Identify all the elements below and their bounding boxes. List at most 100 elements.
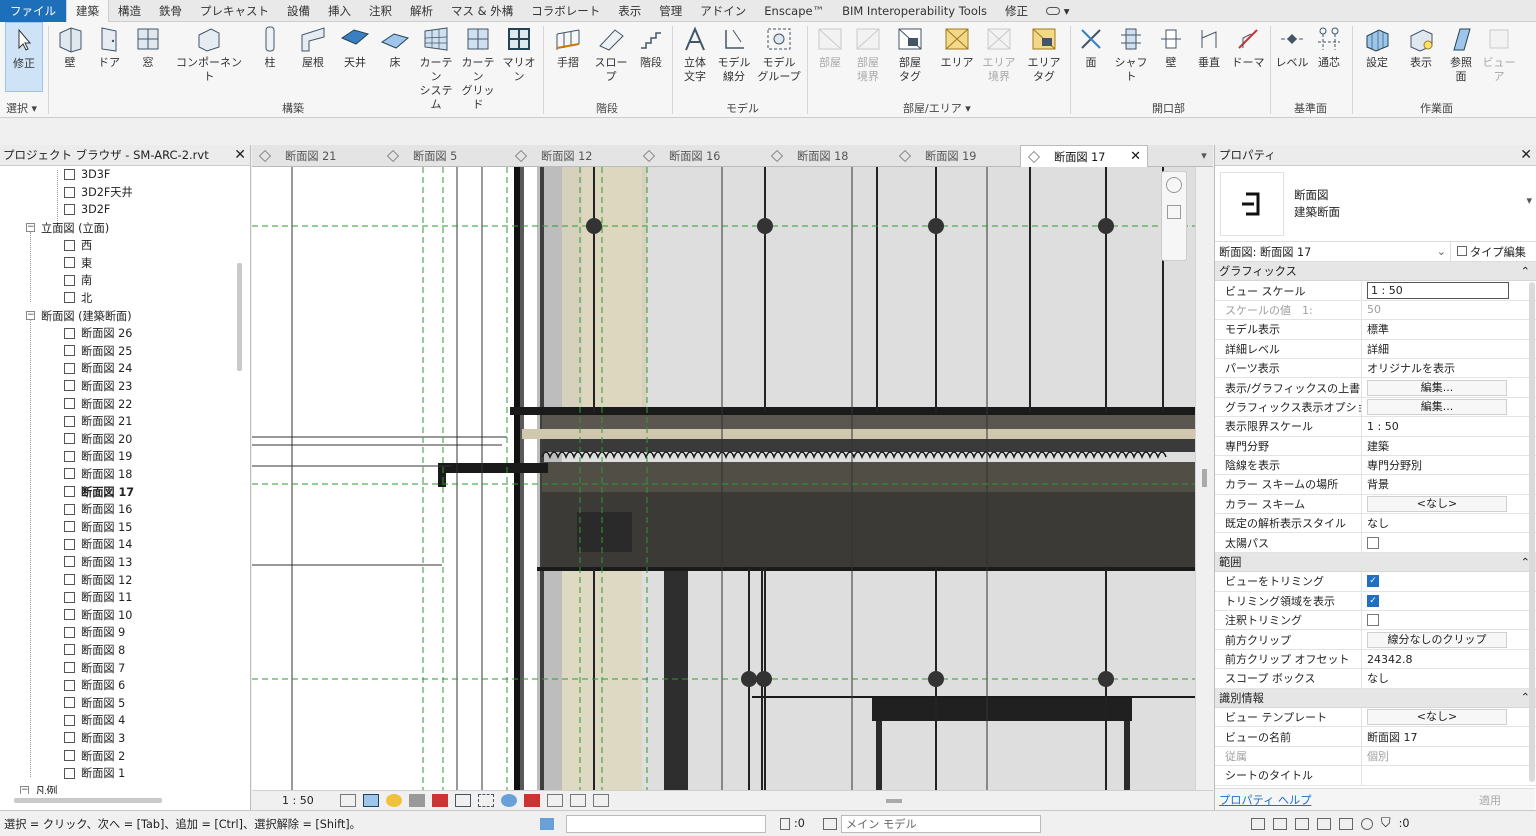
tree-item[interactable]: 断面図 13 — [64, 553, 132, 571]
tree-item[interactable]: 断面図 3 — [64, 729, 125, 747]
view-tab[interactable]: 断面図 21 — [252, 145, 380, 167]
property-value[interactable]: 24342.8 — [1362, 650, 1536, 668]
curtain-system-button[interactable]: カーテン システム — [416, 22, 456, 112]
highlight-icon[interactable] — [570, 794, 586, 807]
vertical-opening-button[interactable]: 垂直 — [1192, 22, 1226, 70]
wall-button[interactable]: 壁 — [52, 22, 88, 70]
shaft-button[interactable]: シャフト — [1110, 22, 1152, 84]
steering-wheel-icon[interactable] — [1166, 177, 1182, 193]
zoom-icon[interactable] — [1167, 205, 1181, 219]
design-option-dropdown[interactable]: メイン モデル — [840, 814, 1041, 833]
ribbon-tab[interactable]: 設備 — [278, 0, 319, 22]
render-icon[interactable] — [432, 794, 448, 807]
tree-item[interactable]: 断面図 12 — [64, 571, 132, 589]
property-group-header[interactable]: 範囲 ⌃ — [1215, 552, 1536, 573]
component-button[interactable]: コンポーネント — [172, 22, 246, 84]
property-value[interactable]: <なし> — [1362, 708, 1536, 726]
view-tab[interactable]: 断面図 19 — [892, 145, 1020, 167]
ribbon-tab[interactable]: 表示 — [609, 0, 650, 22]
detail-level-icon[interactable] — [340, 794, 356, 807]
stair-button[interactable]: 階段 — [634, 22, 668, 70]
select-by-face-icon[interactable] — [1316, 817, 1331, 830]
property-value[interactable]: 1 : 50 — [1362, 417, 1536, 435]
tree-item[interactable]: 断面図 4 — [64, 712, 125, 730]
ribbon-tab[interactable]: ファイル — [0, 0, 66, 22]
property-edit-button[interactable]: 線分なしのクリップ — [1367, 631, 1507, 648]
property-value[interactable]: オリジナルを表示 — [1362, 359, 1536, 377]
tree-item[interactable]: 断面図 6 — [64, 676, 125, 694]
property-value[interactable]: 1 : 50 — [1362, 281, 1536, 300]
tree-item[interactable]: 断面図 1 — [64, 764, 125, 782]
ribbon-tab[interactable]: コラボレート — [522, 0, 609, 22]
ribbon-tab[interactable]: 管理 — [650, 0, 691, 22]
tree-item[interactable]: 西 — [64, 236, 92, 254]
grid-button[interactable]: 通芯 — [1312, 22, 1346, 70]
property-value[interactable]: なし — [1362, 669, 1536, 687]
railing-button[interactable]: 手摺 — [549, 22, 587, 70]
tree-item[interactable]: 断面図 14 — [64, 536, 132, 554]
property-value[interactable]: 断面図 17 — [1362, 727, 1536, 745]
view-tab[interactable]: 断面図 5 — [380, 145, 508, 167]
chevron-down-icon[interactable]: ▾ — [1526, 194, 1532, 207]
navigation-bar[interactable] — [1161, 171, 1187, 261]
tree-item[interactable]: 北 — [64, 289, 92, 307]
canvas-horizontal-scrollbar[interactable] — [886, 798, 902, 803]
roof-button[interactable]: 屋根 — [295, 22, 331, 70]
property-value[interactable]: 建築 — [1362, 437, 1536, 455]
property-value[interactable]: 詳細 — [1362, 340, 1536, 358]
tree-item[interactable]: 東 — [64, 254, 92, 272]
view-tab[interactable]: 断面図 12 — [508, 145, 636, 167]
tree-group[interactable]: − 立面図 (立面) — [26, 219, 109, 237]
sun-path-icon[interactable] — [386, 794, 402, 807]
collapse-icon[interactable]: − — [20, 786, 29, 794]
select-links-icon[interactable] — [1250, 817, 1265, 830]
tree-item[interactable]: 断面図 23 — [64, 377, 132, 395]
checkbox-unchecked[interactable] — [1367, 536, 1379, 549]
column-button[interactable]: 柱 — [255, 22, 285, 70]
property-value[interactable]: 専門分野別 — [1362, 456, 1536, 474]
tree-item[interactable]: 断面図 19 — [64, 448, 132, 466]
tree-item[interactable]: 3D2F — [64, 201, 110, 219]
set-workplane-button[interactable]: 設定 — [1358, 22, 1396, 70]
curtain-grid-button[interactable]: カーテン グリッド — [458, 22, 498, 112]
tree-item[interactable]: 断面図 11 — [64, 588, 132, 606]
ribbon-tab[interactable]: 構造 — [109, 0, 150, 22]
tree-group[interactable]: − 断面図 (建築断面) — [26, 307, 132, 325]
tree-item[interactable]: 断面図 20 — [64, 430, 132, 448]
ribbon-tab[interactable]: アドイン — [691, 0, 755, 22]
door-button[interactable]: ドア — [91, 22, 127, 70]
edit-type-button[interactable]: タイプ編集 — [1451, 244, 1526, 260]
property-value[interactable]: <なし> — [1362, 495, 1536, 513]
room-tag-button[interactable]: 部屋 タグ — [891, 22, 929, 84]
tree-item[interactable]: 断面図 24 — [64, 360, 132, 378]
floor-button[interactable]: 床 — [377, 22, 413, 70]
collapse-group-icon[interactable]: ⌃ — [1521, 265, 1530, 278]
property-value[interactable]: ✓ — [1362, 572, 1536, 590]
checkbox-unchecked[interactable] — [1367, 614, 1379, 627]
workset-dropdown[interactable] — [566, 814, 766, 833]
ribbon-tab[interactable]: プレキャスト — [191, 0, 278, 22]
property-value[interactable]: 編集... — [1362, 398, 1536, 416]
analysis-icon[interactable] — [547, 794, 563, 807]
crop-view-icon[interactable] — [455, 794, 471, 807]
close-icon[interactable]: ✕ — [1520, 147, 1532, 163]
ribbon-tab[interactable]: 解析 — [401, 0, 442, 22]
model-line-button[interactable]: モデル 線分 — [716, 22, 752, 84]
property-edit-button[interactable]: <なし> — [1367, 709, 1507, 726]
tree-item[interactable]: 断面図 15 — [64, 518, 132, 536]
tree-item[interactable]: 断面図 10 — [64, 606, 132, 624]
ribbon-tab[interactable]: 鉄骨 — [150, 0, 191, 22]
property-value[interactable] — [1362, 533, 1536, 551]
apply-button[interactable]: 適用 — [1455, 792, 1525, 808]
select-underlay-icon[interactable] — [1272, 817, 1287, 830]
tree-group[interactable]: − 凡例 — [20, 782, 57, 794]
view-tab[interactable]: 断面図 17 ✕ — [1020, 145, 1148, 167]
constraints-icon[interactable] — [593, 794, 609, 807]
properties-help-link[interactable]: プロパティ ヘルプ — [1219, 792, 1311, 808]
tree-item[interactable]: 断面図 7 — [64, 659, 125, 677]
model-text-button[interactable]: 立体 文字 — [677, 22, 713, 84]
filter-icon[interactable]: ⛉ — [1381, 816, 1391, 831]
ceiling-button[interactable]: 天井 — [337, 22, 373, 70]
property-value[interactable]: ✓ — [1362, 592, 1536, 610]
view-scale[interactable]: 1 : 50 — [282, 794, 340, 807]
